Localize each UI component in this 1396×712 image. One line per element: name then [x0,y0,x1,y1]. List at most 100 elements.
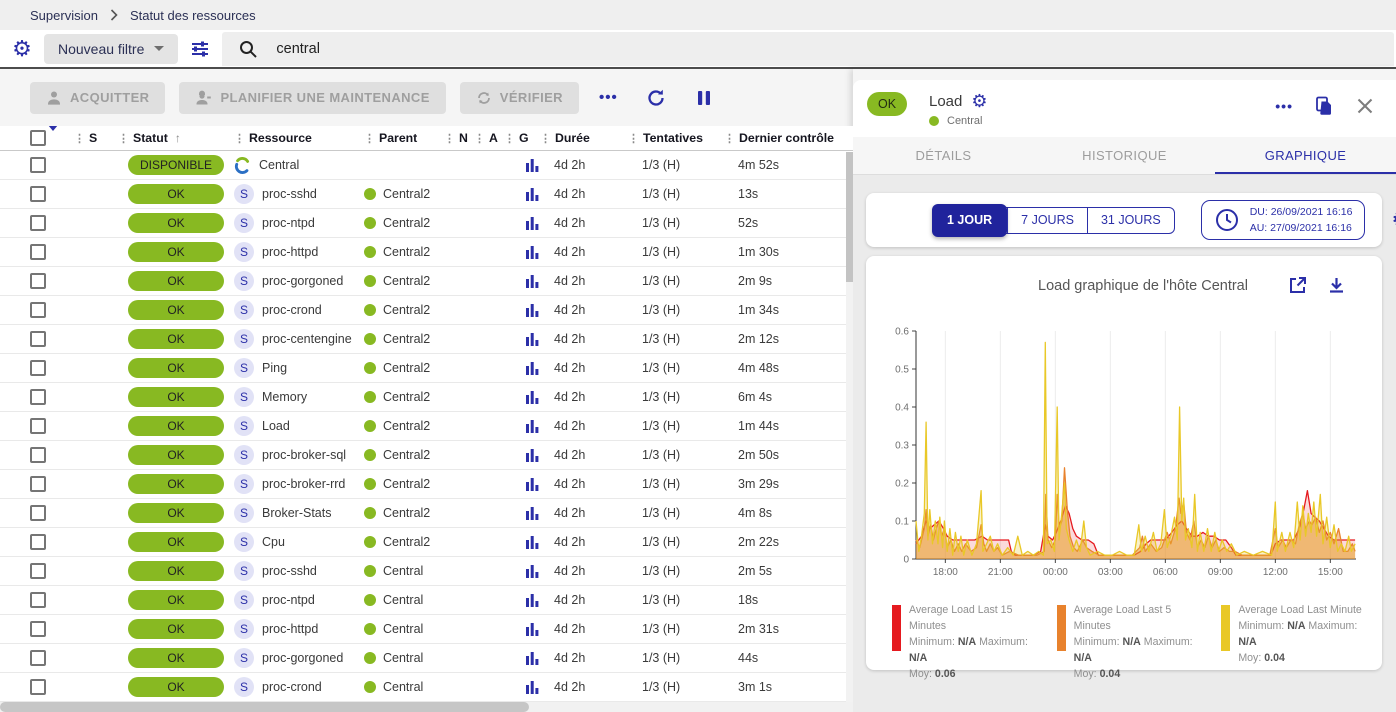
table-row[interactable]: DISPONIBLE Central 4d 2h 1/3 (H) 4m 52s [0,151,853,180]
graph-cell[interactable] [504,361,540,375]
breadcrumb-resource-status[interactable]: Statut des ressources [130,8,256,23]
tab-graph[interactable]: GRAPHIQUE [1215,137,1396,174]
col-header-resource[interactable]: ⋮Ressource [234,131,364,145]
settings-gear-button[interactable]: ⚙ [0,38,44,60]
drag-handle-icon[interactable]: ⋮ [234,132,245,145]
resource-cell[interactable]: S proc-broker-sql [234,445,364,465]
status-chip[interactable]: OK [128,677,224,697]
status-chip[interactable]: OK [128,184,224,204]
status-chip[interactable]: OK [128,532,224,552]
status-chip[interactable]: OK [128,358,224,378]
table-row[interactable]: OK S proc-centengine Central2 4d 2h 1/3 … [0,325,853,354]
drag-handle-icon[interactable]: ⋮ [118,132,129,145]
parent-cell[interactable]: Central [364,680,444,694]
resource-cell[interactable]: S Memory [234,387,364,407]
graph-cell[interactable] [504,448,540,462]
graph-cell[interactable] [504,564,540,578]
status-chip[interactable]: OK [128,416,224,436]
resource-cell[interactable]: S proc-gorgoned [234,648,364,668]
resource-cell[interactable]: S proc-sshd [234,561,364,581]
table-row[interactable]: OK S proc-ntpd Central2 4d 2h 1/3 (H) 52… [0,209,853,238]
table-row[interactable]: OK S proc-gorgoned Central 4d 2h 1/3 (H)… [0,644,853,673]
parent-cell[interactable]: Central2 [364,332,444,346]
drag-handle-icon[interactable]: ⋮ [724,132,735,145]
parent-cell[interactable]: Central2 [364,216,444,230]
select-all-checkbox[interactable] [30,130,46,146]
advanced-filter-button[interactable] [178,38,222,60]
resource-cell[interactable]: S proc-broker-rrd [234,474,364,494]
open-in-new-icon[interactable] [1288,276,1307,295]
pause-autorefresh-button[interactable] [688,89,720,107]
resource-cell[interactable]: S proc-sshd [234,184,364,204]
graph-cell[interactable] [504,593,540,607]
date-range-picker[interactable]: DU: 26/09/2021 16:16 AU: 27/09/2021 16:1… [1201,200,1366,240]
acknowledge-button[interactable]: ACQUITTER [30,82,165,114]
resource-cell[interactable]: S proc-centengine [234,329,364,349]
col-header-duration[interactable]: ⋮Durée [540,131,628,145]
row-checkbox[interactable] [30,331,46,347]
row-checkbox[interactable] [30,244,46,260]
graph-cell[interactable] [504,477,540,491]
close-icon[interactable] [1356,97,1374,115]
table-row[interactable]: OK S proc-crond Central 4d 2h 1/3 (H) 3m… [0,673,853,702]
row-checkbox[interactable] [30,186,46,202]
row-checkbox[interactable] [30,302,46,318]
table-row[interactable]: OK S proc-httpd Central 4d 2h 1/3 (H) 2m… [0,615,853,644]
table-row[interactable]: OK S proc-gorgoned Central2 4d 2h 1/3 (H… [0,267,853,296]
status-chip[interactable]: OK [128,561,224,581]
graph-cell[interactable] [504,245,540,259]
status-chip[interactable]: OK [128,300,224,320]
drag-handle-icon[interactable]: ⋮ [74,132,85,145]
table-row[interactable]: OK S proc-broker-sql Central2 4d 2h 1/3 … [0,441,853,470]
graph-cell[interactable] [504,622,540,636]
row-checkbox[interactable] [30,592,46,608]
drag-handle-icon[interactable]: ⋮ [474,132,485,145]
more-actions-button[interactable]: ••• [593,89,624,106]
parent-cell[interactable] [364,159,444,171]
table-row[interactable]: OK S Memory Central2 4d 2h 1/3 (H) 6m 4s [0,383,853,412]
resource-cell[interactable]: S Broker-Stats [234,503,364,523]
range-31-days-button[interactable]: 31 JOURS [1087,208,1174,233]
resource-cell[interactable]: S proc-ntpd [234,590,364,610]
breadcrumb-supervision[interactable]: Supervision [30,8,98,23]
resource-cell[interactable]: S proc-gorgoned [234,271,364,291]
row-checkbox[interactable] [30,389,46,405]
status-chip[interactable]: OK [128,619,224,639]
status-chip[interactable]: OK [128,474,224,494]
parent-cell[interactable]: Central2 [364,245,444,259]
select-menu-caret-icon[interactable] [48,126,58,145]
status-chip[interactable]: OK [128,387,224,407]
copy-link-icon[interactable] [1315,96,1334,116]
parent-cell[interactable]: Central2 [364,448,444,462]
range-1-day-button[interactable]: 1 JOUR [932,204,1007,237]
graph-cell[interactable] [504,216,540,230]
row-checkbox[interactable] [30,476,46,492]
parent-cell[interactable]: Central [364,622,444,636]
table-row[interactable]: OK S Ping Central2 4d 2h 1/3 (H) 4m 48s [0,354,853,383]
parent-cell[interactable]: Central2 [364,274,444,288]
parent-cell[interactable]: Central2 [364,303,444,317]
table-row[interactable]: OK S proc-sshd Central 4d 2h 1/3 (H) 2m … [0,557,853,586]
parent-cell[interactable]: Central2 [364,390,444,404]
col-header-graph[interactable]: ⋮G [504,131,540,145]
resource-cell[interactable]: S Ping [234,358,364,378]
table-row[interactable]: OK S proc-sshd Central2 4d 2h 1/3 (H) 13… [0,180,853,209]
parent-cell[interactable]: Central2 [364,419,444,433]
resource-cell[interactable]: S proc-crond [234,300,364,320]
legend-item[interactable]: Average Load Last 15 Minutes Minimum: N/… [892,603,1043,682]
downtime-button[interactable]: PLANIFIER UNE MAINTENANCE [179,82,445,114]
range-7-days-button[interactable]: 7 JOURS [1007,208,1087,233]
refresh-button[interactable] [638,88,674,108]
tab-history[interactable]: HISTORIQUE [1034,137,1215,174]
table-row[interactable]: OK S Broker-Stats Central2 4d 2h 1/3 (H)… [0,499,853,528]
service-settings-gear-icon[interactable]: ⚙ [971,92,987,110]
table-row[interactable]: OK S proc-broker-rrd Central2 4d 2h 1/3 … [0,470,853,499]
graph-cell[interactable] [504,158,540,172]
status-chip[interactable]: OK [128,271,224,291]
parent-cell[interactable]: Central2 [364,506,444,520]
graph-cell[interactable] [504,535,540,549]
scrollbar-thumb[interactable] [0,702,529,712]
filter-select-button[interactable]: Nouveau filtre [44,34,178,64]
row-checkbox[interactable] [30,505,46,521]
row-checkbox[interactable] [30,215,46,231]
